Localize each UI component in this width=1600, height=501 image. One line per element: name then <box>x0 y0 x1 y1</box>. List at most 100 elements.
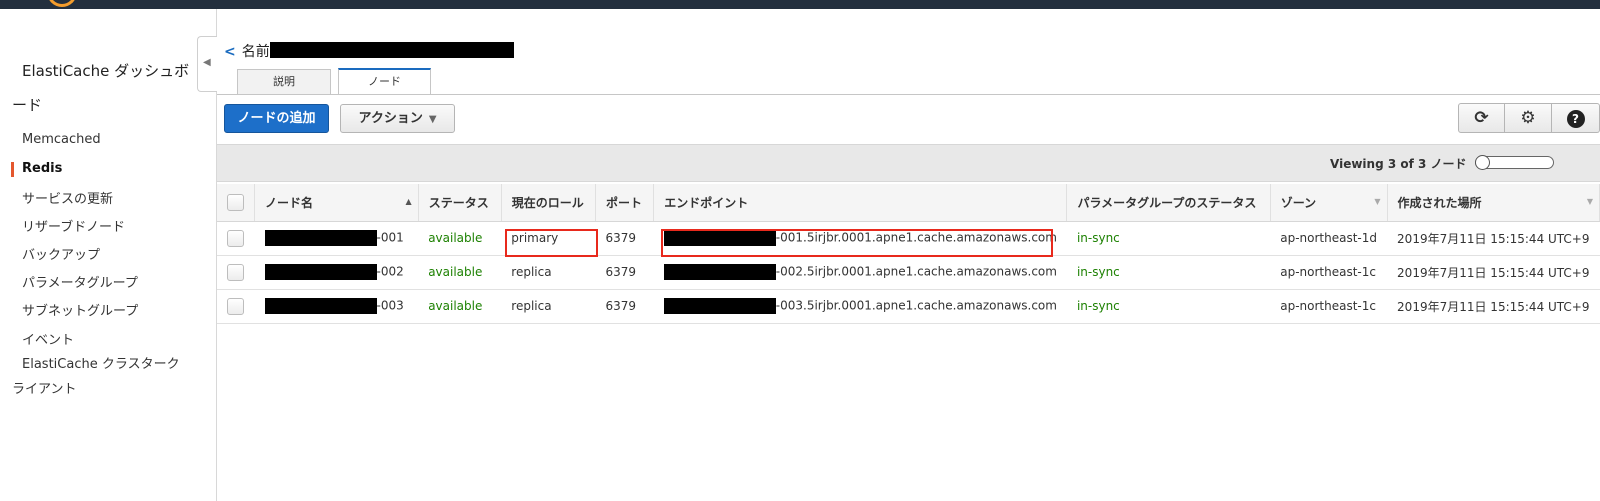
node-name-cell: -002 <box>254 255 419 290</box>
column-label: パラメータグループのステータス <box>1077 195 1257 210</box>
redacted-node-name <box>264 264 377 280</box>
sidebar-title[interactable]: ElastiCache ダッシュボード <box>12 54 202 122</box>
row-select-cell <box>217 255 255 290</box>
role-cell: replica <box>501 289 596 324</box>
endpoint-suffix: -003.5irjbr.0001.apne1.cache.amazonaws.c… <box>775 298 1057 313</box>
created-cell: 2019年7月11日 15:15:44 UTC+9 <box>1387 221 1600 256</box>
tab-divider <box>217 94 1600 95</box>
sidebar-item-redis[interactable]: Redis <box>22 161 62 176</box>
sidebar-item-memcached[interactable]: Memcached <box>22 132 101 147</box>
status-cell: available <box>418 289 502 324</box>
select-all-checkbox[interactable] <box>227 193 244 211</box>
node-name-suffix: -002 <box>376 264 404 279</box>
redacted-node-name <box>264 230 377 246</box>
column-label: 現在のロール <box>511 195 584 210</box>
tab-nodes[interactable]: ノード <box>338 68 431 94</box>
node-name-cell: -003 <box>254 289 419 324</box>
column-label: ゾーン <box>1280 195 1317 210</box>
redacted-node-name <box>264 298 377 314</box>
column-header-created[interactable]: 作成された場所 ▼ <box>1387 184 1600 222</box>
status-cell: available <box>418 255 502 290</box>
sort-ascending-icon: ▲ <box>405 197 412 206</box>
created-cell: 2019年7月11日 15:15:44 UTC+9 <box>1387 289 1600 324</box>
parameter-group-status-cell: in-sync <box>1066 221 1271 256</box>
view-toggle-slider[interactable] <box>1475 155 1554 170</box>
table-row[interactable]: -003 available replica 6379 -003.5irjbr.… <box>217 289 1600 324</box>
zone-cell: ap-northeast-1c <box>1270 255 1388 290</box>
column-header-role[interactable]: 現在のロール <box>501 184 597 222</box>
sort-icon: ▼ <box>1586 197 1593 206</box>
redacted-endpoint-prefix <box>663 298 776 314</box>
row-select-cell <box>217 221 255 256</box>
node-name-cell: -001 <box>254 221 419 256</box>
nodes-table: ノード名 ▲ ステータス 現在のロール ポート エンドポイント パラメータグループ… <box>217 184 1600 324</box>
port-cell: 6379 <box>595 221 654 256</box>
row-checkbox[interactable] <box>227 229 244 247</box>
port-cell: 6379 <box>595 255 654 290</box>
port-cell: 6379 <box>595 289 654 324</box>
column-header-endpoint[interactable]: エンドポイント <box>653 184 1068 222</box>
parameter-group-status-cell: in-sync <box>1066 255 1271 290</box>
table-info-bar: Viewing 3 of 3 ノード <box>217 144 1600 182</box>
refresh-button[interactable]: ⟳ <box>1458 103 1505 133</box>
slider-knob[interactable] <box>1475 155 1490 170</box>
sidebar-item-cluster-client[interactable]: ElastiCache クラスタークライアント <box>12 352 192 402</box>
active-indicator <box>11 162 14 177</box>
column-label: ノード名 <box>265 195 314 210</box>
help-icon: ? <box>1566 110 1585 128</box>
add-node-button[interactable]: ノードの追加 <box>224 104 329 133</box>
column-header-status[interactable]: ステータス <box>418 184 502 222</box>
sidebar-item-service-updates[interactable]: サービスの更新 <box>22 188 113 207</box>
column-label: 作成された場所 <box>1397 195 1482 210</box>
redacted-endpoint-prefix <box>663 264 776 280</box>
settings-button[interactable]: ⚙ <box>1505 103 1552 133</box>
column-header-parameter-group-status[interactable]: パラメータグループのステータス <box>1066 184 1271 222</box>
column-header-node-name[interactable]: ノード名 ▲ <box>254 184 419 222</box>
column-header-port[interactable]: ポート <box>595 184 655 222</box>
sidebar-item-parameter-groups[interactable]: パラメータグループ <box>22 272 138 291</box>
aws-logo-icon[interactable] <box>47 0 77 7</box>
table-row[interactable]: -002 available replica 6379 -002.5irjbr.… <box>217 255 1600 290</box>
column-header-zone[interactable]: ゾーン ▼ <box>1270 184 1388 222</box>
gear-icon: ⚙ <box>1520 108 1536 128</box>
endpoint-cell: -002.5irjbr.0001.apne1.cache.amazonaws.c… <box>653 255 1067 290</box>
node-name-suffix: -003 <box>376 298 404 313</box>
viewing-count: Viewing 3 of 3 ノード <box>1330 157 1467 171</box>
sidebar-item-backups[interactable]: バックアップ <box>22 244 100 263</box>
actions-label: アクション <box>358 111 423 126</box>
column-label: エンドポイント <box>664 195 749 210</box>
sort-icon: ▼ <box>1374 197 1381 206</box>
refresh-icon: ⟳ <box>1474 108 1489 128</box>
parameter-group-status-cell: in-sync <box>1066 289 1271 324</box>
tab-description[interactable]: 説明 <box>237 69 331 94</box>
column-label: ステータス <box>428 195 489 210</box>
zone-cell: ap-northeast-1d <box>1270 221 1388 256</box>
breadcrumb: < 名前: <box>224 41 514 61</box>
chevron-left-icon: ◀ <box>203 57 211 68</box>
help-button[interactable]: ? <box>1552 103 1600 133</box>
row-select-cell <box>217 289 255 324</box>
sidebar-item-subnet-groups[interactable]: サブネットグループ <box>22 300 138 319</box>
column-label: ポート <box>606 195 643 210</box>
row-checkbox[interactable] <box>227 297 244 315</box>
row-checkbox[interactable] <box>227 263 244 281</box>
actions-dropdown-button[interactable]: アクション ▼ <box>340 104 455 133</box>
sidebar: ElastiCache ダッシュボード Memcached Redis サービス… <box>0 9 217 501</box>
back-link[interactable]: < <box>224 44 236 60</box>
top-navigation-bar <box>0 0 1600 9</box>
endpoint-suffix: -002.5irjbr.0001.apne1.cache.amazonaws.c… <box>775 264 1057 279</box>
select-all-header <box>217 184 255 222</box>
table-row[interactable]: -001 available primary 6379 -001.5irjbr.… <box>217 221 1600 256</box>
sidebar-collapse-button[interactable]: ◀ <box>197 36 217 92</box>
role-cell: replica <box>501 255 596 290</box>
created-cell: 2019年7月11日 15:15:44 UTC+9 <box>1387 255 1600 290</box>
endpoint-cell: -003.5irjbr.0001.apne1.cache.amazonaws.c… <box>653 289 1067 324</box>
table-header-row: ノード名 ▲ ステータス 現在のロール ポート エンドポイント パラメータグループ… <box>217 184 1600 222</box>
sidebar-item-events[interactable]: イベント <box>22 329 74 348</box>
redacted-endpoint-prefix <box>663 230 776 246</box>
role-cell: primary <box>501 221 596 256</box>
endpoint-suffix: -001.5irjbr.0001.apne1.cache.amazonaws.c… <box>775 230 1057 245</box>
chevron-down-icon: ▼ <box>428 114 437 125</box>
sidebar-item-reserved-nodes[interactable]: リザーブドノード <box>22 216 125 235</box>
endpoint-cell: -001.5irjbr.0001.apne1.cache.amazonaws.c… <box>653 221 1067 256</box>
